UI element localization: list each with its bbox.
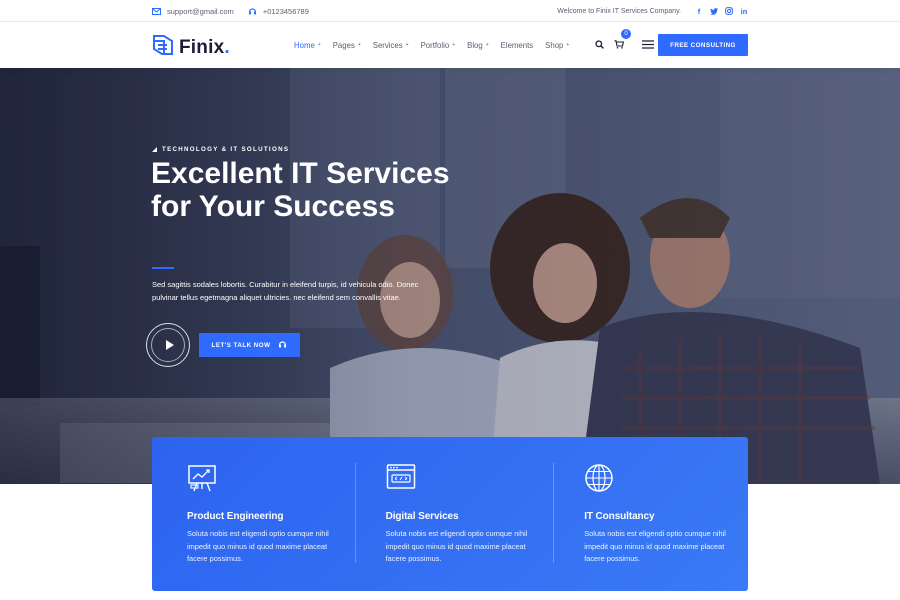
free-consulting-button[interactable]: FREE CONSULTING bbox=[658, 34, 748, 56]
nav-item-shop[interactable]: Shop + bbox=[545, 41, 569, 50]
service-title: IT Consultancy bbox=[584, 511, 655, 522]
logo[interactable]: Finix. bbox=[152, 33, 230, 62]
nav-item-pages[interactable]: Pages + bbox=[333, 41, 361, 50]
lets-talk-label: LET'S TALK NOW bbox=[211, 341, 271, 349]
plus-icon: + bbox=[485, 42, 489, 48]
hero-section bbox=[0, 68, 900, 484]
plus-icon: + bbox=[317, 42, 321, 48]
headset-icon bbox=[278, 340, 287, 351]
headset-icon bbox=[248, 7, 257, 16]
hero-divider bbox=[152, 267, 174, 269]
site-header: Finix. Home + Pages + Services + Portfolio +… bbox=[0, 22, 900, 68]
main-nav: Home + Pages + Services + Portfolio + Blog + … bbox=[294, 22, 569, 68]
play-video-button[interactable] bbox=[146, 323, 190, 367]
logo-dot: . bbox=[224, 36, 230, 58]
browser-window-icon bbox=[386, 463, 550, 495]
hero-overlay bbox=[0, 68, 900, 484]
instagram-icon[interactable] bbox=[725, 7, 733, 15]
plus-icon: + bbox=[452, 42, 456, 48]
plus-icon: + bbox=[357, 42, 361, 48]
triangle-icon bbox=[152, 147, 157, 152]
phone-contact[interactable]: +0123456789 bbox=[248, 7, 309, 16]
nav-label: Home bbox=[294, 40, 315, 50]
hero-headline: Excellent IT Services for Your Success bbox=[151, 157, 450, 223]
nav-label: Elements bbox=[500, 40, 534, 50]
phone-text: +0123456789 bbox=[262, 6, 309, 16]
service-card[interactable]: Digital Services Soluta nobis est eligen… bbox=[351, 437, 550, 591]
service-card[interactable]: Product Engineering Soluta nobis est eli… bbox=[152, 437, 351, 591]
service-title: Digital Services bbox=[385, 511, 459, 522]
nav-item-services[interactable]: Services + bbox=[373, 41, 409, 50]
cart-icon bbox=[614, 36, 625, 53]
play-icon bbox=[165, 340, 174, 350]
play-ring bbox=[151, 328, 185, 362]
service-card[interactable]: IT Consultancy Soluta nobis est eligendi… bbox=[549, 437, 748, 591]
nav-label: Shop bbox=[545, 40, 564, 50]
nav-item-portfolio[interactable]: Portfolio + bbox=[421, 41, 456, 50]
nav-label: Pages bbox=[332, 40, 355, 50]
top-bar: support@gmail.com +0123456789 Welcome to… bbox=[0, 0, 900, 22]
service-description: Soluta nobis est eligendi optio cumque n… bbox=[187, 529, 329, 564]
topbar-right: Welcome to Finix IT Services Company. f … bbox=[557, 0, 748, 22]
hero-eyebrow: TECHNOLOGY & IT SOLUTIONS bbox=[152, 146, 289, 153]
cart-count-badge: 0 bbox=[621, 29, 631, 39]
nav-label: Portfolio bbox=[420, 40, 450, 50]
cart-button[interactable]: 0 bbox=[614, 29, 631, 54]
service-description: Soluta nobis est eligendi optio cumque n… bbox=[385, 529, 528, 564]
hero-lead-text: Sed sagittis sodales lobortis. Curabitur… bbox=[152, 280, 419, 302]
email-text: support@gmail.com bbox=[167, 6, 234, 16]
linkedin-icon[interactable]: in bbox=[740, 7, 748, 16]
nav-item-blog[interactable]: Blog + bbox=[467, 41, 489, 50]
logo-name: Finix bbox=[179, 36, 225, 58]
welcome-text: Welcome to Finix IT Services Company. bbox=[557, 7, 681, 15]
social-links: f in bbox=[695, 7, 748, 16]
plus-icon: + bbox=[566, 42, 570, 48]
header-tools: 0 bbox=[595, 22, 654, 68]
email-contact[interactable]: support@gmail.com bbox=[152, 7, 234, 16]
contact-info: support@gmail.com +0123456789 bbox=[152, 0, 315, 22]
facebook-icon[interactable]: f bbox=[695, 7, 703, 16]
nav-label: Blog bbox=[467, 40, 483, 50]
presentation-board-icon bbox=[187, 463, 351, 495]
lets-talk-button[interactable]: LET'S TALK NOW bbox=[199, 333, 300, 357]
plus-icon: + bbox=[405, 42, 409, 48]
service-description: Soluta nobis est eligendi optio cumque n… bbox=[584, 529, 726, 564]
logo-mark-icon bbox=[152, 33, 174, 62]
logo-text: Finix. bbox=[179, 37, 230, 59]
hamburger-menu-icon[interactable] bbox=[642, 36, 654, 54]
eyebrow-text: TECHNOLOGY & IT SOLUTIONS bbox=[162, 146, 290, 153]
nav-label: Services bbox=[372, 40, 403, 50]
service-title: Product Engineering bbox=[187, 511, 284, 522]
search-icon[interactable] bbox=[595, 36, 604, 54]
envelope-icon bbox=[152, 7, 161, 15]
globe-icon bbox=[584, 463, 748, 495]
services-panel: Product Engineering Soluta nobis est eli… bbox=[152, 437, 748, 591]
nav-item-home[interactable]: Home + bbox=[294, 41, 321, 50]
nav-item-elements[interactable]: Elements bbox=[501, 41, 534, 50]
twitter-icon[interactable] bbox=[710, 7, 718, 15]
